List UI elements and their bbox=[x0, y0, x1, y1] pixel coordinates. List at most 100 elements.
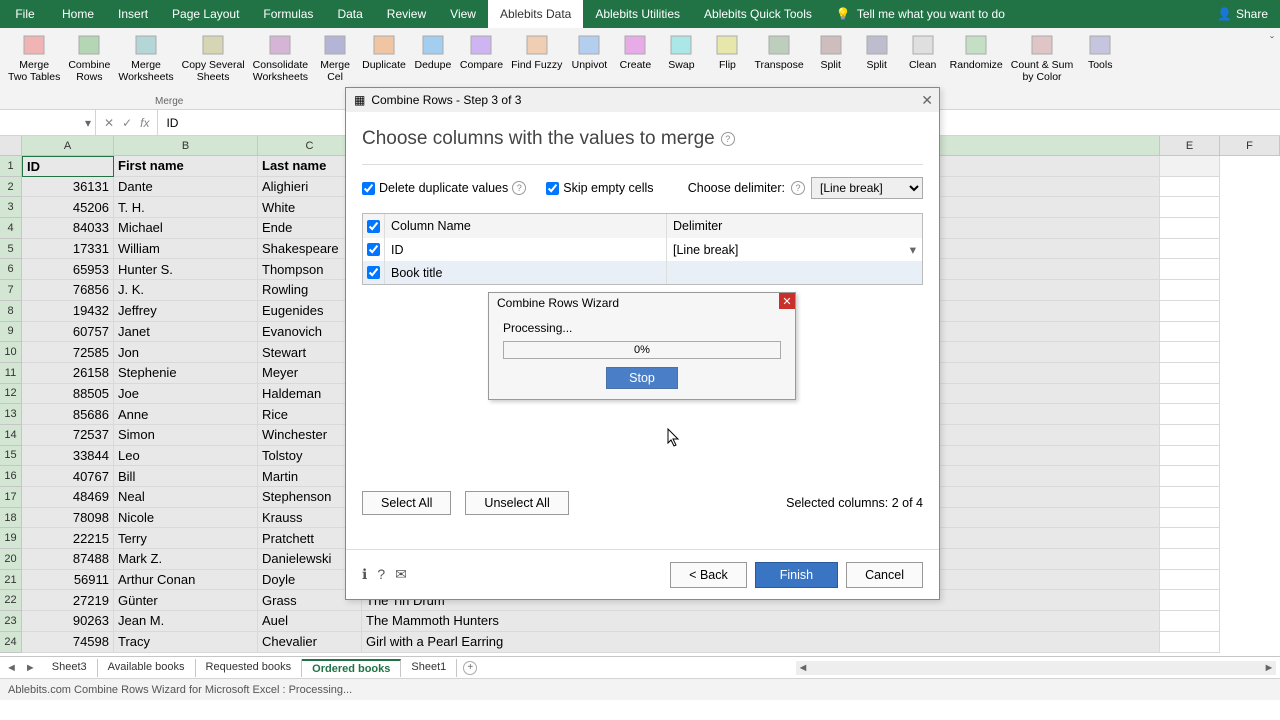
row-header[interactable]: 6 bbox=[0, 259, 22, 280]
ribbon-tab-page-layout[interactable]: Page Layout bbox=[160, 0, 251, 28]
ribbon-combine-button[interactable]: Combine Rows bbox=[64, 30, 114, 85]
info-icon[interactable]: ℹ bbox=[362, 566, 367, 583]
row-header[interactable]: 22 bbox=[0, 590, 22, 611]
data-cell[interactable]: 60757 bbox=[22, 322, 114, 343]
enter-formula-icon[interactable]: ✓ bbox=[122, 116, 132, 130]
ribbon-consolidate-button[interactable]: Consolidate Worksheets bbox=[249, 30, 312, 85]
ribbon-merge-button[interactable]: Merge Two Tables bbox=[4, 30, 64, 85]
column-row-booktitle[interactable]: Book title bbox=[363, 261, 922, 284]
row-header[interactable]: 8 bbox=[0, 301, 22, 322]
row-header[interactable]: 19 bbox=[0, 528, 22, 549]
data-cell[interactable]: Terry bbox=[114, 528, 258, 549]
horizontal-scrollbar[interactable]: ◄ ► bbox=[796, 661, 1276, 675]
data-cell[interactable]: 19432 bbox=[22, 301, 114, 322]
ribbon-randomize-button[interactable]: Randomize bbox=[946, 30, 1007, 74]
data-cell[interactable] bbox=[1160, 384, 1220, 405]
data-cell[interactable] bbox=[1160, 218, 1220, 239]
fx-icon[interactable]: fx bbox=[140, 116, 149, 130]
data-cell[interactable]: Nicole bbox=[114, 508, 258, 529]
skip-empty-input[interactable] bbox=[546, 182, 559, 195]
ribbon-duplicate-button[interactable]: Duplicate bbox=[358, 30, 410, 74]
data-cell[interactable]: 56911 bbox=[22, 570, 114, 591]
data-cell[interactable] bbox=[1160, 508, 1220, 529]
data-cell[interactable] bbox=[1160, 363, 1220, 384]
data-cell[interactable]: The Mammoth Hunters bbox=[362, 611, 1160, 632]
row-header[interactable]: 20 bbox=[0, 549, 22, 570]
ribbon-tab-data[interactable]: Data bbox=[325, 0, 374, 28]
row-header[interactable]: 23 bbox=[0, 611, 22, 632]
column-header-b[interactable]: B bbox=[114, 136, 258, 155]
ribbon-unpivot-button[interactable]: Unpivot bbox=[566, 30, 612, 74]
data-cell[interactable]: 78098 bbox=[22, 508, 114, 529]
collapse-ribbon-icon[interactable]: ˇ bbox=[1270, 34, 1274, 48]
data-cell[interactable]: Joe bbox=[114, 384, 258, 405]
ribbon-copy-several-button[interactable]: Copy Several Sheets bbox=[178, 30, 249, 85]
data-cell[interactable]: 26158 bbox=[22, 363, 114, 384]
ribbon-tab-ablebits-quick-tools[interactable]: Ablebits Quick Tools bbox=[692, 0, 824, 28]
data-cell[interactable]: 72537 bbox=[22, 425, 114, 446]
row-header[interactable]: 17 bbox=[0, 487, 22, 508]
ribbon-tools-button[interactable]: Tools bbox=[1077, 30, 1123, 74]
ribbon-split-button[interactable]: Split bbox=[854, 30, 900, 74]
row-header[interactable]: 15 bbox=[0, 446, 22, 467]
data-cell[interactable]: 40767 bbox=[22, 466, 114, 487]
data-cell[interactable] bbox=[1160, 280, 1220, 301]
ribbon-merge-button[interactable]: Merge Worksheets bbox=[114, 30, 177, 85]
column-header-f[interactable]: F bbox=[1220, 136, 1280, 155]
ribbon-swap-button[interactable]: Swap bbox=[658, 30, 704, 74]
ribbon-tab-ablebits-data[interactable]: Ablebits Data bbox=[488, 0, 583, 28]
help-footer-icon[interactable]: ? bbox=[377, 566, 385, 583]
scrollbar-track[interactable] bbox=[810, 662, 1262, 674]
ribbon-tab-ablebits-utilities[interactable]: Ablebits Utilities bbox=[583, 0, 692, 28]
sheet-tab-sheet1[interactable]: Sheet1 bbox=[401, 659, 457, 677]
row-header[interactable]: 16 bbox=[0, 466, 22, 487]
data-cell[interactable]: 33844 bbox=[22, 446, 114, 467]
sheet-nav-prev-icon[interactable]: ◄ bbox=[6, 662, 17, 674]
data-cell[interactable]: Neal bbox=[114, 487, 258, 508]
close-icon[interactable]: ✕ bbox=[921, 92, 933, 109]
row-header[interactable]: 5 bbox=[0, 239, 22, 260]
data-cell[interactable]: Jean M. bbox=[114, 611, 258, 632]
stop-button[interactable]: Stop bbox=[606, 367, 678, 389]
data-cell[interactable] bbox=[1160, 425, 1220, 446]
data-cell[interactable]: Janet bbox=[114, 322, 258, 343]
data-cell[interactable] bbox=[1160, 197, 1220, 218]
sheet-nav-next-icon[interactable]: ► bbox=[25, 662, 36, 674]
chevron-down-icon[interactable]: ▾ bbox=[85, 116, 91, 130]
data-cell[interactable]: Tracy bbox=[114, 632, 258, 653]
row-header[interactable]: 3 bbox=[0, 197, 22, 218]
row-header[interactable]: 2 bbox=[0, 177, 22, 198]
data-cell[interactable]: 65953 bbox=[22, 259, 114, 280]
row-header[interactable]: 18 bbox=[0, 508, 22, 529]
data-cell[interactable]: 76856 bbox=[22, 280, 114, 301]
email-icon[interactable]: ✉ bbox=[395, 566, 407, 583]
ribbon-tab-review[interactable]: Review bbox=[375, 0, 438, 28]
data-cell[interactable] bbox=[1160, 466, 1220, 487]
back-button[interactable]: < Back bbox=[670, 562, 747, 588]
ribbon-dedupe-button[interactable]: Dedupe bbox=[410, 30, 456, 74]
column-checkbox[interactable] bbox=[367, 243, 380, 256]
chevron-down-icon[interactable]: ▾ bbox=[910, 242, 916, 257]
data-cell[interactable] bbox=[1160, 611, 1220, 632]
data-cell[interactable]: Hunter S. bbox=[114, 259, 258, 280]
help-icon[interactable]: ? bbox=[791, 181, 805, 195]
add-sheet-button[interactable]: + bbox=[463, 661, 477, 675]
row-header[interactable]: 10 bbox=[0, 342, 22, 363]
data-cell[interactable]: Stephenie bbox=[114, 363, 258, 384]
data-cell[interactable]: 72585 bbox=[22, 342, 114, 363]
select-all-columns-checkbox[interactable] bbox=[367, 220, 380, 233]
row-header[interactable]: 9 bbox=[0, 322, 22, 343]
data-cell[interactable] bbox=[1160, 570, 1220, 591]
data-cell[interactable] bbox=[1160, 322, 1220, 343]
header-cell[interactable]: ID bbox=[22, 156, 114, 177]
sheet-tab-requested-books[interactable]: Requested books bbox=[196, 659, 303, 677]
row-header[interactable]: 21 bbox=[0, 570, 22, 591]
data-cell[interactable]: 74598 bbox=[22, 632, 114, 653]
data-cell[interactable]: Jon bbox=[114, 342, 258, 363]
data-cell[interactable]: Leo bbox=[114, 446, 258, 467]
select-all-corner[interactable] bbox=[0, 136, 22, 155]
row-header[interactable]: 11 bbox=[0, 363, 22, 384]
sheet-tab-available-books[interactable]: Available books bbox=[98, 659, 196, 677]
data-cell[interactable]: 85686 bbox=[22, 404, 114, 425]
data-cell[interactable]: 90263 bbox=[22, 611, 114, 632]
